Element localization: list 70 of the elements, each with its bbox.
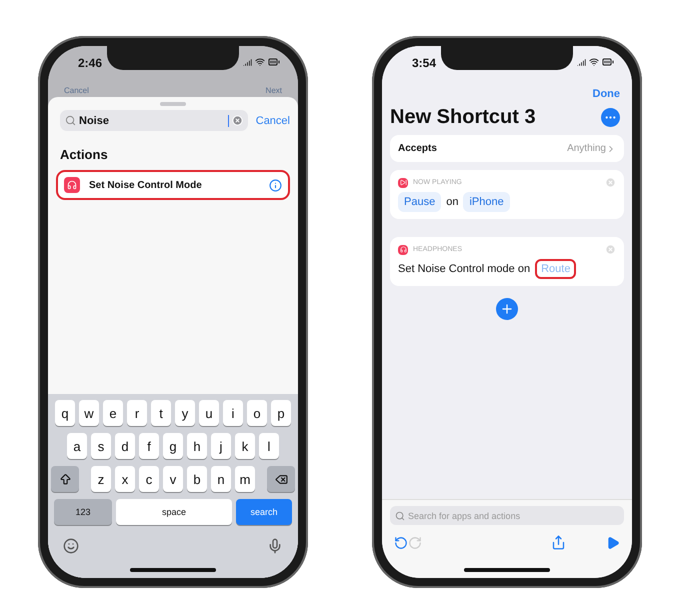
shift-icon (58, 472, 72, 486)
battery-icon (602, 56, 614, 68)
letter-key[interactable]: s (91, 433, 111, 459)
share-button[interactable] (551, 535, 566, 550)
more-button[interactable] (601, 108, 620, 127)
letter-key[interactable]: d (115, 433, 135, 459)
cancel-button[interactable]: Cancel (256, 114, 290, 126)
clear-icon[interactable] (232, 115, 243, 126)
emoji-icon[interactable] (63, 538, 79, 554)
wifi-icon (589, 57, 599, 67)
battery-icon (268, 56, 280, 68)
accepts-value: Anything (567, 143, 606, 154)
parameter-token[interactable]: Pause (398, 192, 442, 212)
letter-key[interactable]: j (211, 433, 231, 459)
parameter-token[interactable]: iPhone (463, 192, 510, 212)
status-time: 3:54 (412, 56, 436, 70)
space-key[interactable]: space (116, 499, 232, 525)
action-text: on (446, 195, 458, 210)
info-icon[interactable] (269, 178, 282, 192)
search-placeholder: Search for apps and actions (408, 510, 520, 520)
section-title: Actions (59, 146, 109, 164)
signal-icon (243, 58, 252, 66)
letter-key[interactable]: x (115, 466, 135, 492)
media-icon (398, 178, 408, 188)
letter-key[interactable]: p (271, 400, 291, 426)
letter-key[interactable]: n (211, 466, 231, 492)
search-field[interactable]: Noise (60, 110, 248, 131)
plus-icon (500, 302, 514, 316)
letter-key[interactable]: y (175, 400, 195, 426)
letter-key[interactable]: a (67, 433, 87, 459)
action-text: Set Noise Control mode on (398, 262, 530, 277)
search-key[interactable]: search (236, 499, 292, 525)
letter-key[interactable]: u (199, 400, 219, 426)
headphones-icon (64, 177, 80, 193)
backspace-icon (274, 472, 288, 486)
headphones-icon (398, 244, 408, 254)
status-time: 2:46 (78, 56, 102, 70)
letter-key[interactable]: f (139, 433, 159, 459)
microphone-icon[interactable] (267, 538, 283, 554)
letter-key[interactable]: g (163, 433, 183, 459)
action-label: Set Noise Control Mode (89, 180, 203, 190)
letter-key[interactable]: e (103, 400, 123, 426)
letter-key[interactable]: v (163, 466, 183, 492)
search-icon (65, 115, 76, 126)
shift-key[interactable] (51, 466, 79, 492)
letter-key[interactable]: m (235, 466, 255, 492)
letter-key[interactable]: h (187, 433, 207, 459)
play-button[interactable] (606, 536, 620, 550)
action-row[interactable]: Set Noise Control Mode (56, 170, 290, 200)
letter-key[interactable]: o (247, 400, 267, 426)
letter-key[interactable]: z (91, 466, 111, 492)
letter-key[interactable]: t (151, 400, 171, 426)
accepts-label: Accepts (398, 143, 437, 154)
letter-key[interactable]: l (259, 433, 279, 459)
letter-key[interactable]: i (223, 400, 243, 426)
accepts-row[interactable]: Accepts Anything (390, 135, 624, 162)
shortcut-title: New Shortcut 3 (390, 106, 536, 129)
signal-icon (577, 58, 586, 66)
letter-key[interactable]: r (127, 400, 147, 426)
letter-key[interactable]: k (235, 433, 255, 459)
search-icon (395, 510, 405, 520)
letter-key[interactable]: w (79, 400, 99, 426)
delete-key[interactable] (267, 466, 295, 492)
numbers-key[interactable]: 123 (54, 499, 112, 525)
undo-button[interactable] (394, 536, 408, 550)
letter-key[interactable]: c (139, 466, 159, 492)
wifi-icon (255, 57, 265, 67)
add-button[interactable] (496, 298, 518, 320)
letter-key[interactable]: b (187, 466, 207, 492)
letter-key[interactable]: q (55, 400, 75, 426)
